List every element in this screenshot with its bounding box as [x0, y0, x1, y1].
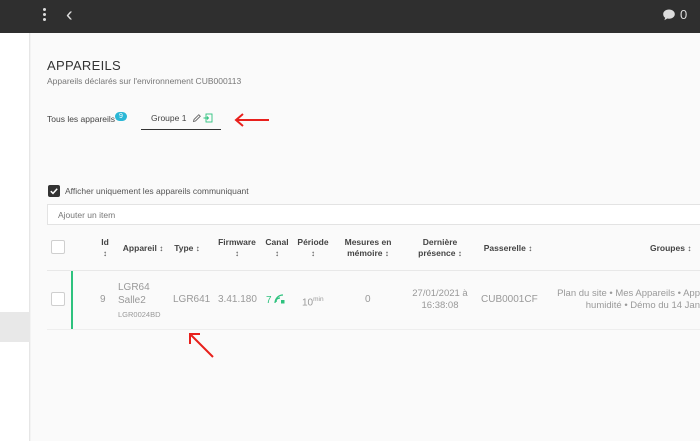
groupes-line1: Plan du site • Mes Appareils • App: [557, 288, 700, 299]
cell-firmware: 3.41.180: [218, 294, 257, 305]
header-divider: [47, 270, 700, 271]
periode-value: 10: [302, 297, 314, 309]
back-chevron-icon[interactable]: ‹: [66, 3, 73, 27]
checkmark-icon: [50, 188, 58, 195]
top-bar: ‹ 0: [0, 0, 700, 33]
cell-groupes: Plan du site • Mes Appareils • App humid…: [545, 288, 700, 312]
header-type[interactable]: Type ↕: [170, 243, 204, 254]
cell-presence: 27/01/2021 à 16:38:08: [410, 288, 470, 312]
kebab-menu-icon[interactable]: [39, 6, 49, 26]
sort-icon: ↕: [457, 249, 462, 258]
row-divider: [47, 329, 700, 330]
row-checkbox[interactable]: [51, 292, 65, 306]
signal-icon: [274, 294, 285, 304]
device-serial: LGR0024BD: [118, 310, 161, 319]
presence-date: 27/01/2021 à: [412, 288, 468, 299]
header-groupes[interactable]: Groupes ↕: [650, 243, 700, 254]
sort-icon: ↕: [159, 244, 164, 253]
tab-all-devices[interactable]: Tous les appareils: [47, 114, 115, 124]
header-mesures-label-2: mémoire: [347, 248, 383, 258]
cell-type: LGR641: [173, 294, 211, 305]
sort-icon: ↕: [384, 249, 389, 258]
header-canal[interactable]: Canal ↕: [262, 237, 292, 259]
header-passerelle-label: Passerelle: [483, 243, 526, 253]
add-item-field[interactable]: [47, 204, 700, 225]
header-appareil-label: Appareil: [122, 243, 157, 253]
groupes-line2: humidité • Démo du 14 Jan: [585, 300, 700, 311]
select-all-checkbox[interactable]: [51, 240, 65, 254]
left-sidebar: [0, 33, 30, 441]
sort-icon: ↕: [275, 249, 279, 258]
header-groupes-label: Groupes: [650, 243, 685, 253]
device-count-badge: 9: [115, 112, 127, 121]
canal-value: 7: [266, 295, 272, 306]
sort-icon: ↕: [235, 249, 239, 258]
header-mesures-label-1: Mesures en: [344, 237, 392, 247]
device-name-line1: LGR64: [118, 282, 150, 293]
header-mesures[interactable]: Mesures en mémoire ↕: [340, 237, 396, 259]
tab-group-1[interactable]: Groupe 1: [141, 110, 221, 130]
cell-passerelle[interactable]: CUB0001CF: [481, 294, 538, 306]
sort-icon: ↕: [311, 249, 315, 258]
chat-count: 0: [680, 7, 688, 22]
row-status-bar: [71, 271, 73, 329]
cell-canal: 7: [266, 294, 285, 307]
header-presence[interactable]: Dernière présence ↕: [412, 237, 468, 259]
page-subtitle: Appareils déclarés sur l'environnement C…: [47, 76, 242, 86]
sort-icon: ↕: [103, 249, 107, 258]
header-firmware-label: Firmware: [218, 237, 256, 247]
header-id-label: Id: [101, 237, 109, 247]
cell-periode: 10min: [302, 294, 324, 309]
header-firmware[interactable]: Firmware ↕: [214, 237, 260, 259]
edit-pencil-icon[interactable]: [192, 113, 202, 123]
header-periode-label: Période: [297, 237, 329, 247]
header-appareil[interactable]: Appareil ↕: [116, 243, 170, 254]
red-arrow-annotation: [234, 113, 269, 127]
presence-time: 16:38:08: [421, 300, 459, 311]
header-type-label: Type: [174, 243, 194, 253]
header-presence-label-2: présence: [418, 248, 456, 258]
header-id[interactable]: Id ↕: [98, 237, 112, 259]
cell-id: 9: [100, 294, 106, 305]
header-periode[interactable]: Période ↕: [295, 237, 331, 259]
sidebar-active-item[interactable]: [0, 312, 30, 342]
device-name-line2: Salle2: [118, 295, 146, 306]
sort-icon: ↕: [687, 244, 692, 253]
filter-checkbox[interactable]: [48, 185, 60, 197]
tab-group-1-label: Groupe 1: [151, 113, 187, 123]
header-passerelle[interactable]: Passerelle ↕: [478, 243, 538, 254]
sort-icon: ↕: [195, 244, 200, 253]
periode-unit: min: [313, 296, 324, 303]
page-title: APPAREILS: [47, 58, 121, 73]
sort-icon: ↕: [528, 244, 533, 253]
add-item-input[interactable]: [58, 208, 458, 222]
red-arrow-annotation: [189, 333, 214, 358]
filter-label: Afficher uniquement les appareils commun…: [65, 186, 249, 196]
cell-mesures: 0: [365, 294, 371, 305]
chat-bubble-icon[interactable]: [662, 8, 676, 22]
header-presence-label-1: Dernière: [422, 237, 458, 247]
header-canal-label: Canal: [265, 237, 289, 247]
exit-group-icon[interactable]: [203, 113, 213, 123]
